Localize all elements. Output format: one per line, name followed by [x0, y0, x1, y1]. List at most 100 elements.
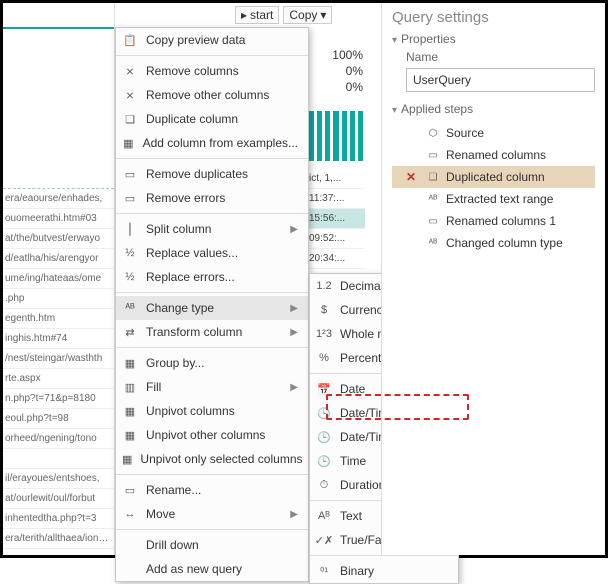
data-cell[interactable]: ume/ing/hateaas/ome	[3, 269, 114, 289]
chevron-down-icon[interactable]: ▾	[392, 35, 397, 46]
menu-label: Remove columns	[146, 64, 298, 78]
data-cell[interactable]: era/eaourse/enhades,	[3, 189, 114, 209]
menu-label: Add as new query	[146, 562, 298, 576]
data-cell[interactable]: d/eatlha/his/arengyor	[3, 249, 114, 269]
type-icon: 🕒	[316, 405, 332, 421]
start-button[interactable]: ▸start	[235, 6, 279, 24]
type-icon: %	[316, 350, 332, 366]
menu-item-group-by[interactable]: ▦Group by...	[116, 351, 308, 375]
data-cell[interactable]: egenth.htm	[3, 309, 114, 329]
submenu-arrow-icon: ▶	[290, 303, 298, 314]
menu-label: Unpivot columns	[146, 404, 298, 418]
type-icon: ⁰¹	[316, 563, 332, 579]
type-icon: 1²3	[316, 326, 332, 342]
step-label: Renamed columns 1	[446, 214, 556, 228]
type-icon: ✓✗	[316, 532, 332, 548]
applied-step[interactable]: ⬡Source	[392, 122, 595, 144]
data-cell[interactable]: 20:34:...	[309, 249, 365, 269]
menu-item-remove-columns[interactable]: ⨯Remove columns	[116, 59, 308, 83]
chevron-down-icon[interactable]: ▾	[392, 105, 397, 116]
data-cell[interactable]: n.php?t=71&p=8180	[3, 389, 114, 409]
menu-label: Remove other columns	[146, 88, 298, 102]
menu-label: Remove errors	[146, 191, 298, 205]
menu-item-copy-preview-data[interactable]: 📋Copy preview data	[116, 28, 308, 52]
menu-item-split-column[interactable]: ⎮Split column▶	[116, 217, 308, 241]
menu-label: Group by...	[146, 356, 298, 370]
data-cell[interactable]: orheed/ngening/tono	[3, 429, 114, 449]
submenu-arrow-icon: ▶	[290, 509, 298, 520]
step-label: Source	[446, 126, 484, 140]
submenu-arrow-icon: ▶	[290, 382, 298, 393]
menu-label: Transform column	[146, 325, 282, 339]
data-cell[interactable]: era/terith/allthaea/ionyouarewa. 1993-03…	[3, 529, 114, 549]
menu-item-rename[interactable]: ▭Rename...	[116, 478, 308, 502]
menu-item-unpivot-columns[interactable]: ▦Unpivot columns	[116, 399, 308, 423]
data-cell[interactable]: 11:37:...	[309, 189, 365, 209]
menu-label: Replace errors...	[146, 270, 298, 284]
panel-title: Query settings	[392, 9, 595, 26]
toolbar-fragment: ▸start Copy▾	[235, 5, 332, 25]
menu-item-remove-other-columns[interactable]: ⨯Remove other columns	[116, 83, 308, 107]
data-cell[interactable]: rte.aspx	[3, 369, 114, 389]
step-label: Changed column type	[446, 236, 563, 250]
menu-label: Add column from examples...	[143, 136, 298, 150]
data-cell[interactable]: eoul.php?t=98	[3, 409, 114, 429]
menu-item-unpivot-only-selected-columns[interactable]: ▦Unpivot only selected columns	[116, 447, 308, 471]
menu-item-move[interactable]: ↔Move▶	[116, 502, 308, 526]
data-cell[interactable]: at/the/butvest/erwayo	[3, 229, 114, 249]
data-cell[interactable]: .php	[3, 289, 114, 309]
step-icon: ▭	[426, 148, 440, 162]
menu-item-add-as-new-query[interactable]: Add as new query	[116, 557, 308, 581]
menu-item-drill-down[interactable]: Drill down	[116, 533, 308, 557]
type-icon: ⏱	[316, 477, 332, 493]
menu-item-remove-duplicates[interactable]: ▭Remove duplicates	[116, 162, 308, 186]
data-cell[interactable]: ouomeerathi.htm#03	[3, 209, 114, 229]
menu-item-fill[interactable]: ▥Fill▶	[116, 375, 308, 399]
menu-item-unpivot-other-columns[interactable]: ▦Unpivot other columns	[116, 423, 308, 447]
copy-button[interactable]: Copy▾	[283, 6, 332, 24]
applied-step[interactable]: ᴬᴮExtracted text range	[392, 188, 595, 210]
menu-icon: ▦	[122, 135, 135, 151]
menu-item-change-type[interactable]: ᴬᴮChange type▶	[116, 296, 308, 320]
type-icon: Aᴮ	[316, 508, 332, 524]
applied-step[interactable]: ✕❏Duplicated column	[392, 166, 595, 188]
menu-item-duplicate-column[interactable]: ❏ Duplicate column	[116, 107, 308, 131]
data-cell[interactable]: ict, 1,...	[309, 169, 365, 189]
menu-item-add-column-from-examples[interactable]: ▦ Add column from examples...	[116, 131, 308, 155]
applied-step[interactable]: ▭Renamed columns 1	[392, 210, 595, 232]
type-icon: 🕒	[316, 453, 332, 469]
menu-item-replace-values[interactable]: ½Replace values...	[116, 241, 308, 265]
data-cell[interactable]: inhentedtha.php?t=3	[3, 509, 114, 529]
data-cell[interactable]: /nest/steingar/wasthth	[3, 349, 114, 369]
applied-steps-header[interactable]: Applied steps	[401, 102, 473, 116]
column-stats: 100%0%0%	[309, 47, 363, 95]
menu-label: Split column	[146, 222, 282, 236]
query-name-input[interactable]	[406, 68, 595, 92]
menu-icon: ↔	[122, 506, 138, 522]
applied-step[interactable]: ᴬᴮChanged column type	[392, 232, 595, 254]
menu-icon: ▭	[122, 166, 138, 182]
delete-step-icon[interactable]: ✕	[406, 170, 420, 184]
menu-item-replace-errors[interactable]: ½Replace errors...	[116, 265, 308, 289]
menu-icon: ▭	[122, 482, 138, 498]
type-label: Binary	[340, 564, 448, 578]
data-cell[interactable]: 15:56:...	[309, 209, 365, 229]
data-cell[interactable]: il/erayoues/entshoes,	[3, 469, 114, 489]
menu-label: Drill down	[146, 538, 298, 552]
data-cell[interactable]: at/ourlewit/oul/forbut	[3, 489, 114, 509]
menu-label: Duplicate column	[146, 112, 298, 126]
submenu-arrow-icon: ▶	[290, 327, 298, 338]
data-cell[interactable]: inghis.htm#74	[3, 329, 114, 349]
type-binary[interactable]: ⁰¹ Binary	[310, 559, 458, 583]
data-cell[interactable]	[3, 449, 114, 469]
properties-header[interactable]: Properties	[401, 32, 456, 46]
applied-step[interactable]: ▭Renamed columns	[392, 144, 595, 166]
menu-item-transform-column[interactable]: ⇄Transform column▶	[116, 320, 308, 344]
dropdown-icon: ▾	[320, 8, 326, 22]
menu-icon: ▦	[122, 427, 138, 443]
menu-icon: ❏	[122, 111, 138, 127]
data-cell[interactable]: 09:52:...	[309, 229, 365, 249]
menu-icon: 📋	[122, 32, 138, 48]
menu-icon: ᴬᴮ	[122, 300, 138, 316]
menu-item-remove-errors[interactable]: ▭Remove errors	[116, 186, 308, 210]
